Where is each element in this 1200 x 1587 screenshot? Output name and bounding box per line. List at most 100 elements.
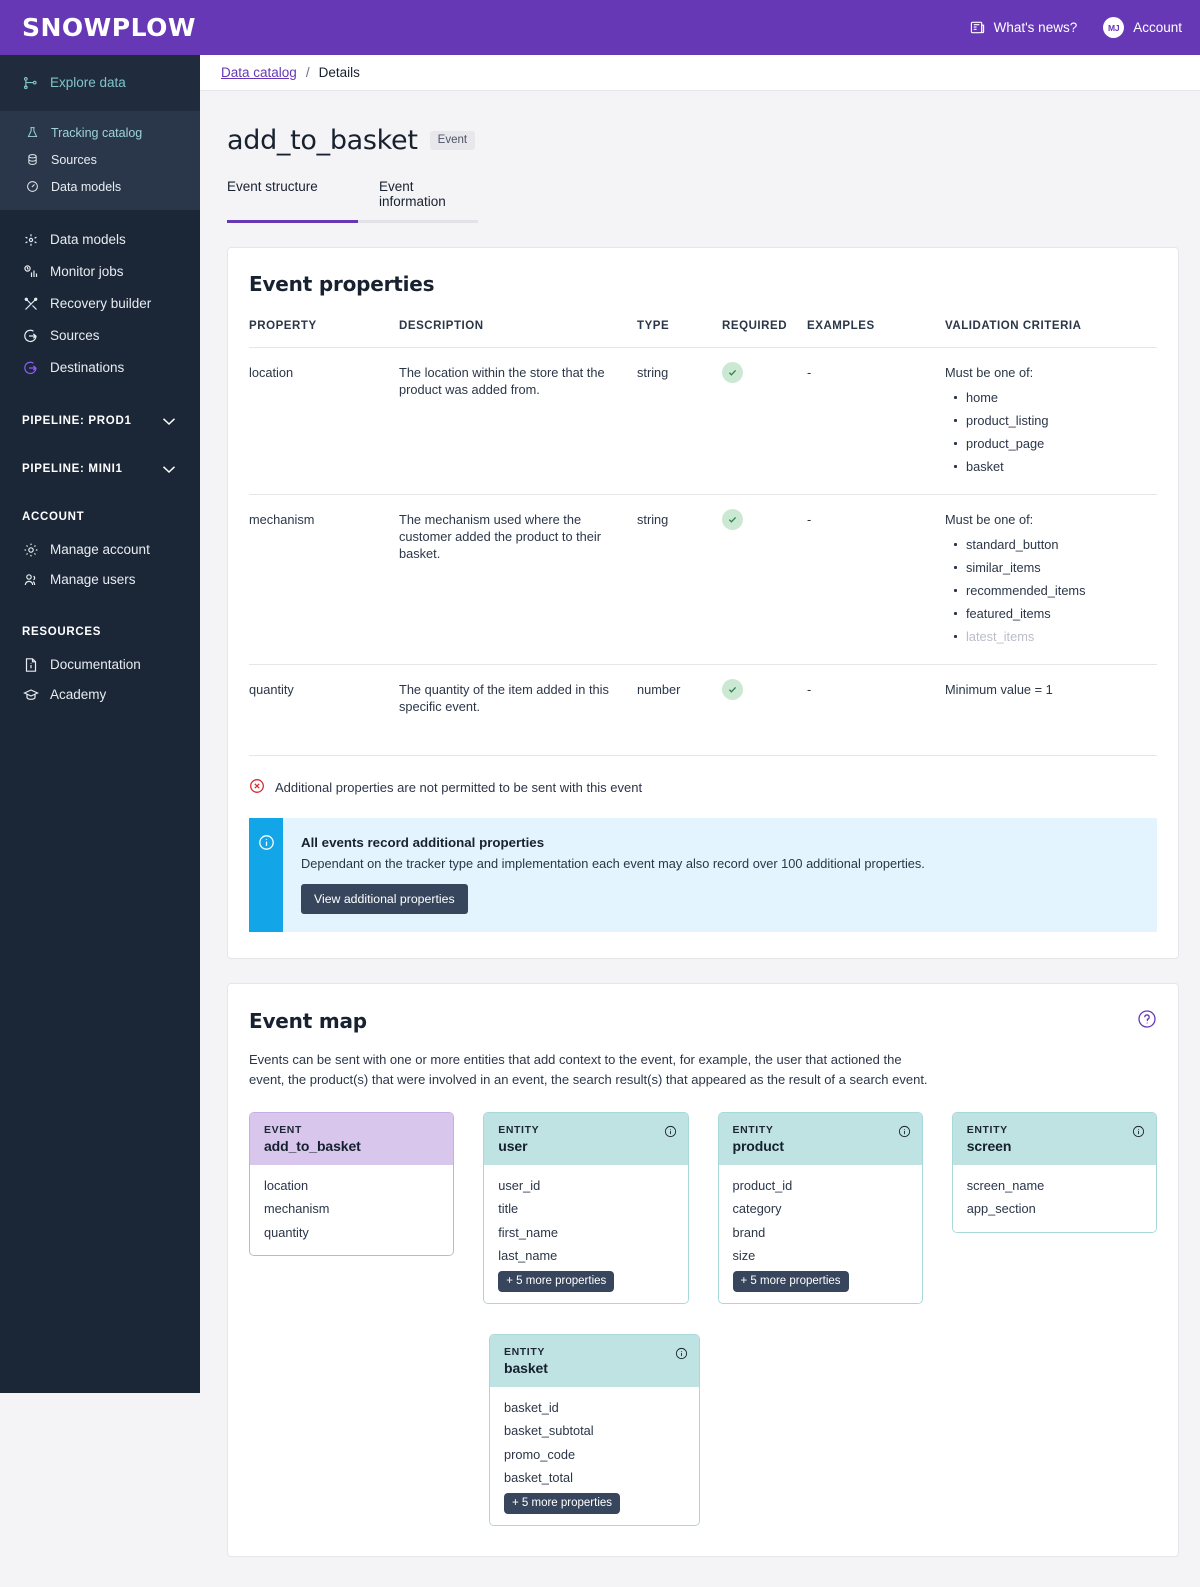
map-card-property: product_id bbox=[733, 1174, 908, 1197]
validation-value: product_page bbox=[945, 432, 1149, 455]
sidebar-item-sources[interactable]: Sources bbox=[0, 320, 200, 352]
sidebar-section-pipeline-prod1[interactable]: PIPELINE: PROD1 bbox=[0, 410, 200, 432]
map-card-property: screen_name bbox=[967, 1174, 1142, 1197]
table-header-row: PROPERTY DESCRIPTION TYPE REQUIRED EXAMP… bbox=[249, 320, 1157, 348]
sidebar-item-manage-account[interactable]: Manage account bbox=[0, 535, 200, 565]
validation-value: basket bbox=[945, 455, 1149, 478]
event-properties-title: Event properties bbox=[249, 272, 1157, 296]
sidebar-item-academy[interactable]: Academy bbox=[0, 680, 200, 710]
sidebar-heading-resources-label: RESOURCES bbox=[22, 626, 101, 638]
event-map-title: Event map bbox=[249, 1009, 367, 1033]
map-card-property: mechanism bbox=[264, 1197, 439, 1220]
column-header-type: TYPE bbox=[637, 320, 722, 348]
sidebar-label-recovery-builder: Recovery builder bbox=[50, 294, 151, 314]
avatar: MJ bbox=[1103, 17, 1124, 38]
sidebar-label-sources: Sources bbox=[50, 326, 100, 346]
cell-property: location bbox=[249, 348, 399, 495]
cell-description: The location within the store that the p… bbox=[399, 348, 637, 495]
sidebar-label-pipeline-mini1: PIPELINE: MINI1 bbox=[22, 463, 123, 475]
sidebar-label-data-models-sub: Data models bbox=[51, 177, 121, 197]
map-card-property: promo_code bbox=[504, 1443, 685, 1466]
sidebar-item-explore-data[interactable]: Explore data bbox=[0, 68, 200, 98]
more-properties-button[interactable]: + 5 more properties bbox=[504, 1493, 620, 1514]
map-card-property: title bbox=[498, 1197, 673, 1220]
table-row: quantity The quantity of the item added … bbox=[249, 665, 1157, 756]
tools-icon bbox=[22, 296, 39, 313]
sidebar-item-data-models[interactable]: Data models bbox=[0, 224, 200, 256]
more-properties-button[interactable]: + 5 more properties bbox=[498, 1271, 614, 1292]
chevron-down-icon bbox=[162, 465, 176, 474]
sidebar-item-data-models-sub[interactable]: Data models bbox=[0, 173, 200, 200]
view-additional-properties-button[interactable]: View additional properties bbox=[301, 884, 468, 914]
question-circle-icon[interactable] bbox=[1137, 1009, 1157, 1034]
sidebar-item-manage-users[interactable]: Manage users bbox=[0, 565, 200, 595]
page-header: add_to_basket Event Event structure Even… bbox=[200, 91, 1200, 223]
map-card-header: ENTITY product bbox=[719, 1113, 922, 1165]
sidebar-heading-resources: RESOURCES bbox=[0, 623, 200, 641]
map-card-add-to-basket[interactable]: EVENT add_to_basket location mechanism q… bbox=[249, 1112, 454, 1256]
tab-event-information[interactable]: Event information bbox=[358, 179, 478, 220]
snowplow-logo[interactable]: SNOWPLOW bbox=[22, 13, 196, 42]
map-card-user[interactable]: ENTITY user user_id title first_nam bbox=[483, 1112, 688, 1304]
header-actions: What's news? MJ Account bbox=[970, 17, 1182, 38]
map-card-property: user_id bbox=[498, 1174, 673, 1197]
map-card-basket[interactable]: ENTITY basket basket_id basket_subtotal bbox=[489, 1334, 700, 1526]
gauge-icon bbox=[24, 178, 41, 195]
cell-description: The quantity of the item added in this s… bbox=[399, 665, 637, 756]
breadcrumb-link-data-catalog[interactable]: Data catalog bbox=[221, 65, 297, 80]
map-card-name: add_to_basket bbox=[264, 1138, 440, 1154]
map-card-property: category bbox=[733, 1197, 908, 1220]
map-card-body: user_id title first_name last_name + 5 m… bbox=[484, 1165, 687, 1303]
cell-type: number bbox=[637, 665, 722, 756]
validation-value: similar_items bbox=[945, 556, 1149, 579]
cell-validation: Must be one of: standard_button similar_… bbox=[945, 495, 1157, 665]
map-card-name: screen bbox=[967, 1138, 1143, 1154]
sidebar-item-tracking-catalog[interactable]: Tracking catalog bbox=[0, 119, 200, 146]
banner-text: Dependant on the tracker type and implem… bbox=[301, 856, 925, 871]
sidebar-item-destinations[interactable]: Destinations bbox=[0, 352, 200, 384]
more-properties-button[interactable]: + 5 more properties bbox=[733, 1271, 849, 1292]
cell-examples: - bbox=[807, 665, 945, 756]
info-icon[interactable] bbox=[664, 1125, 677, 1143]
sidebar-item-recovery-builder[interactable]: Recovery builder bbox=[0, 288, 200, 320]
account-button[interactable]: MJ Account bbox=[1103, 17, 1182, 38]
event-properties-table: PROPERTY DESCRIPTION TYPE REQUIRED EXAMP… bbox=[249, 320, 1157, 756]
map-card-body: location mechanism quantity bbox=[250, 1165, 453, 1255]
info-icon[interactable] bbox=[898, 1125, 911, 1143]
cell-examples: - bbox=[807, 348, 945, 495]
map-card-screen[interactable]: ENTITY screen screen_name app_section bbox=[952, 1112, 1157, 1233]
sidebar-label-data-models: Data models bbox=[50, 230, 126, 250]
sidebar-item-sources-sub[interactable]: Sources bbox=[0, 146, 200, 173]
arrow-into-circle-icon bbox=[22, 328, 39, 345]
cell-required bbox=[722, 495, 807, 665]
map-card-product[interactable]: ENTITY product product_id category bbox=[718, 1112, 923, 1304]
cell-property: mechanism bbox=[249, 495, 399, 665]
sidebar-label-manage-users: Manage users bbox=[50, 570, 136, 590]
info-icon[interactable] bbox=[1132, 1125, 1145, 1143]
column-header-description: DESCRIPTION bbox=[399, 320, 637, 348]
cell-description: The mechanism used where the customer ad… bbox=[399, 495, 637, 665]
whats-news-button[interactable]: What's news? bbox=[970, 20, 1078, 35]
cell-property: quantity bbox=[249, 665, 399, 756]
column-header-property: PROPERTY bbox=[249, 320, 399, 348]
info-icon[interactable] bbox=[675, 1347, 688, 1365]
sidebar-section-pipeline-mini1[interactable]: PIPELINE: MINI1 bbox=[0, 458, 200, 480]
sidebar-item-documentation[interactable]: Documentation bbox=[0, 650, 200, 680]
title-row: add_to_basket Event bbox=[227, 125, 1174, 156]
page-title: add_to_basket bbox=[227, 125, 418, 156]
map-card-name: product bbox=[733, 1138, 909, 1154]
graduation-cap-icon bbox=[22, 687, 39, 704]
page-type-badge: Event bbox=[430, 131, 475, 150]
sidebar-main-nav: Data models Monitor jobs bbox=[0, 210, 200, 384]
sidebar-label-destinations: Destinations bbox=[50, 358, 124, 378]
tab-event-structure[interactable]: Event structure bbox=[227, 179, 358, 220]
sidebar-label-documentation: Documentation bbox=[50, 655, 141, 675]
required-check-icon bbox=[722, 509, 743, 530]
sidebar-item-monitor-jobs[interactable]: Monitor jobs bbox=[0, 256, 200, 288]
flask-icon bbox=[24, 124, 41, 141]
sidebar-label-tracking-catalog: Tracking catalog bbox=[51, 123, 142, 143]
sidebar-label-academy: Academy bbox=[50, 685, 106, 705]
column-header-examples: EXAMPLES bbox=[807, 320, 945, 348]
additional-properties-notice: Additional properties are not permitted … bbox=[249, 778, 1157, 797]
sidebar-label-explore-data: Explore data bbox=[50, 73, 126, 93]
